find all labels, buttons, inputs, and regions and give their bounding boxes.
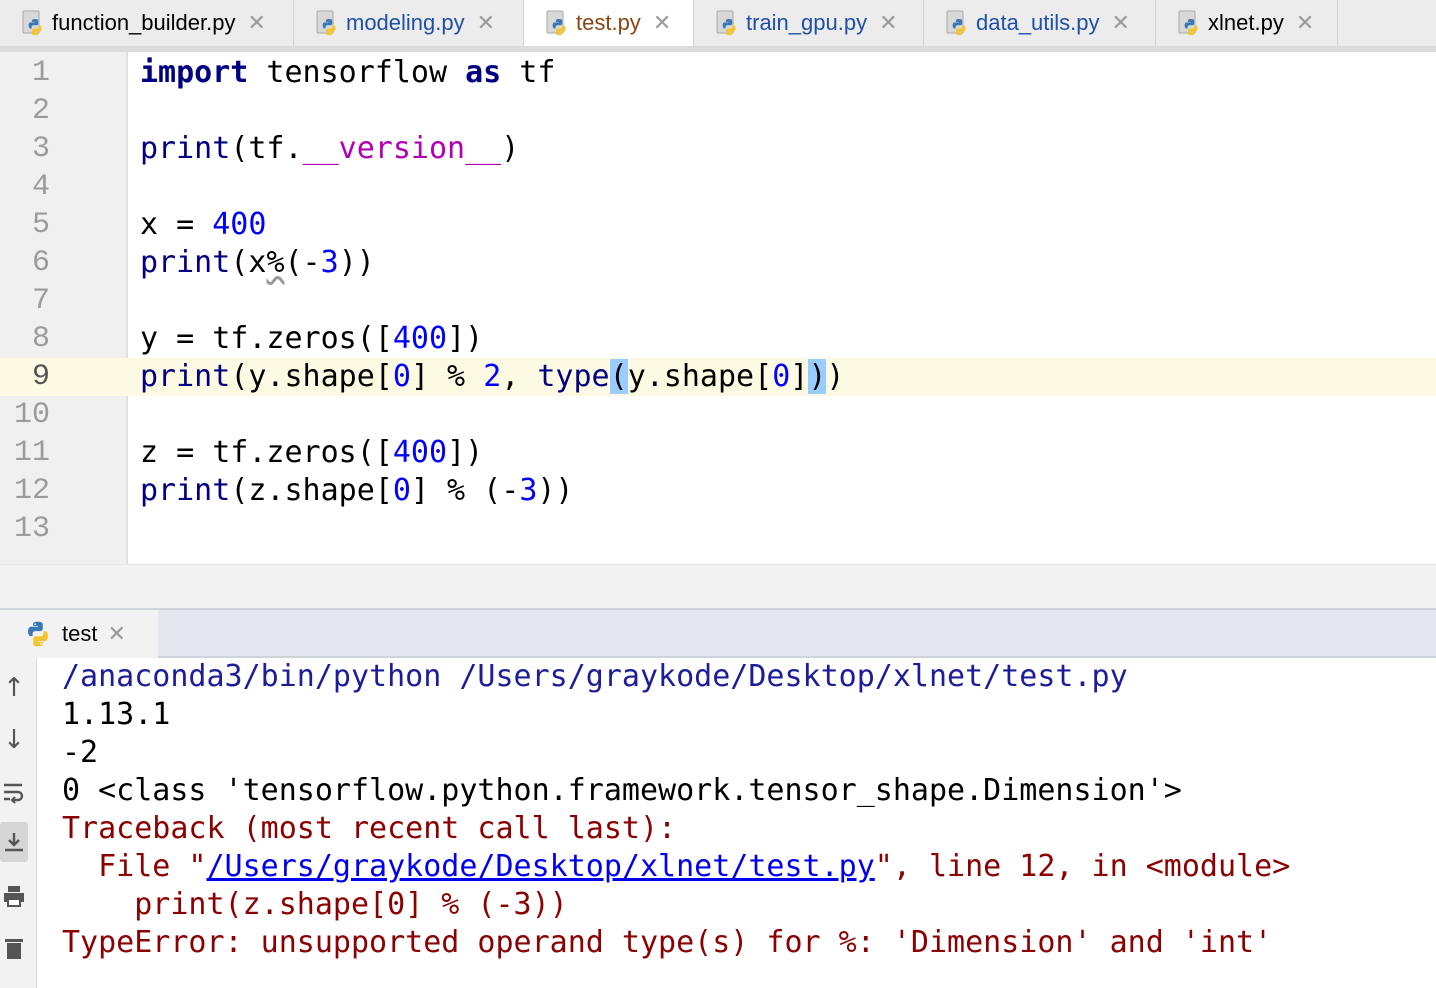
traceback-file-line: File "/Users/graykode/Desktop/xlnet/test…	[62, 849, 1291, 884]
tab-train-gpu[interactable]: train_gpu.py ✕	[694, 0, 924, 46]
code-line-3[interactable]: 3 print(tf.__version__)	[0, 130, 1436, 168]
line-number: 7	[31, 284, 50, 318]
code-line-11[interactable]: 11 z = tf.zeros([400])	[0, 434, 1436, 472]
code-line-12[interactable]: 12 print(z.shape[0] % (-3))	[0, 472, 1436, 510]
close-icon[interactable]: ✕	[1112, 10, 1130, 36]
up-arrow-icon[interactable]: ↑	[0, 668, 28, 708]
scroll-to-end-icon[interactable]	[0, 822, 28, 862]
line-number: 12	[13, 474, 50, 508]
code-line-13[interactable]: 13	[0, 510, 1436, 548]
python-file-icon	[1176, 10, 1202, 36]
tab-label: data_utils.py	[976, 10, 1100, 35]
run-tab-label: test	[62, 621, 98, 646]
line-number: 9	[31, 360, 50, 394]
traceback-error-message: TypeError: unsupported operand type(s) f…	[62, 925, 1273, 960]
close-icon[interactable]: ✕	[107, 621, 125, 647]
python-icon	[24, 620, 52, 648]
code-line-1[interactable]: 1 import tensorflow as tf	[0, 54, 1436, 92]
close-icon[interactable]: ✕	[1296, 10, 1314, 36]
python-file-icon	[714, 10, 740, 36]
matched-brace: (	[609, 359, 628, 394]
inspection-warning[interactable]: %	[266, 245, 284, 280]
line-number: 11	[13, 436, 50, 470]
tab-modeling[interactable]: modeling.py ✕	[294, 0, 524, 46]
code-line-6[interactable]: 6 print(x%(-3))	[0, 244, 1436, 282]
line-number: 8	[31, 322, 50, 356]
python-file-icon	[20, 10, 46, 36]
trash-icon[interactable]	[0, 928, 28, 968]
console-command-line: /anaconda3/bin/python /Users/graykode/De…	[62, 659, 1128, 694]
matched-brace: )	[808, 359, 827, 394]
panel-splitter[interactable]	[0, 564, 1436, 609]
line-number: 13	[13, 512, 50, 546]
line-number: 6	[31, 246, 50, 280]
close-icon[interactable]: ✕	[879, 10, 897, 36]
print-icon[interactable]	[0, 876, 28, 916]
code-editor[interactable]: 1 import tensorflow as tf 2 3 print(tf._…	[0, 52, 1436, 564]
python-file-icon	[544, 10, 570, 36]
console-output-line: 0 <class 'tensorflow.python.framework.te…	[62, 773, 1182, 808]
code-line-7[interactable]: 7	[0, 282, 1436, 320]
code-line-10[interactable]: 10	[0, 396, 1436, 434]
tab-label: test.py	[576, 10, 641, 35]
console-output-line: -2	[62, 735, 99, 770]
line-number: 1	[31, 56, 50, 90]
close-icon[interactable]: ✕	[653, 10, 671, 36]
code-line-5[interactable]: 5 x = 400	[0, 206, 1436, 244]
tab-label: train_gpu.py	[746, 10, 868, 35]
console-output-line: 1.13.1	[62, 697, 171, 732]
soft-wrap-icon[interactable]	[0, 772, 28, 812]
code-line-2[interactable]: 2	[0, 92, 1436, 130]
code-line-4[interactable]: 4	[0, 168, 1436, 206]
console-toolbar: ↑ ↓	[0, 658, 37, 988]
close-icon[interactable]: ✕	[247, 10, 265, 36]
traceback-code-line: print(z.shape[0] % (-3))	[62, 887, 568, 922]
code-line-8[interactable]: 8 y = tf.zeros([400])	[0, 320, 1436, 358]
code-line-9-current[interactable]: 9 print(y.shape[0] % 2, type(y.shape[0])…	[0, 358, 1436, 396]
traceback-file-link[interactable]: /Users/graykode/Desktop/xlnet/test.py	[207, 849, 875, 884]
down-arrow-icon[interactable]: ↓	[0, 720, 28, 760]
traceback-header: Traceback (most recent call last):	[62, 811, 677, 846]
tab-label: modeling.py	[346, 10, 465, 35]
python-file-icon	[944, 10, 970, 36]
line-number: 2	[31, 94, 50, 128]
line-number: 5	[31, 208, 50, 242]
run-console[interactable]: ↑ ↓ /anaconda3/bin/python /Users/graykod…	[0, 658, 1436, 988]
tab-label: function_builder.py	[52, 10, 236, 35]
tab-data-utils[interactable]: data_utils.py ✕	[924, 0, 1156, 46]
line-number: 4	[31, 170, 50, 204]
tab-label: xlnet.py	[1208, 10, 1284, 35]
run-panel-header: test ✕	[0, 608, 1436, 658]
tab-function-builder[interactable]: function_builder.py ✕	[0, 0, 294, 46]
python-file-icon	[314, 10, 340, 36]
line-number: 3	[31, 132, 50, 166]
close-icon[interactable]: ✕	[477, 10, 495, 36]
editor-tab-bar: function_builder.py ✕ modeling.py ✕ test…	[0, 0, 1436, 52]
tab-test[interactable]: test.py ✕	[524, 0, 694, 46]
tab-xlnet[interactable]: xlnet.py ✕	[1156, 0, 1338, 46]
run-tab-test[interactable]: test ✕	[0, 610, 158, 658]
line-number: 10	[13, 398, 50, 432]
